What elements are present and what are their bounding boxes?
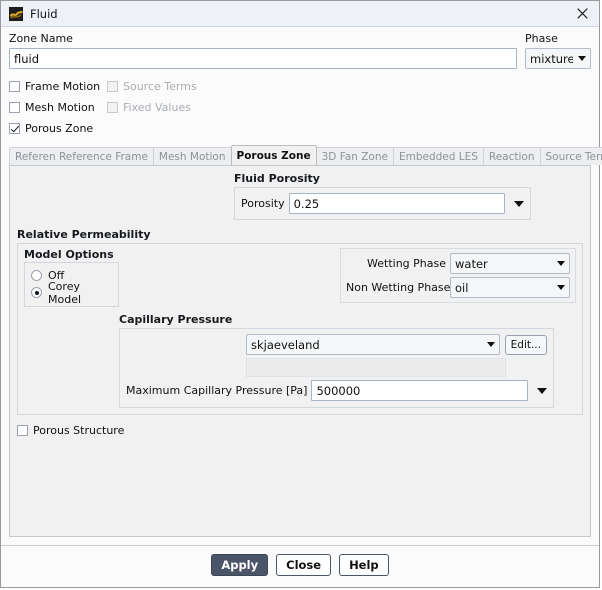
close-icon[interactable] <box>569 3 595 25</box>
option-row-2: Mesh Motion Fixed Values <box>9 97 591 118</box>
capillary-pressure-title: Capillary Pressure <box>119 313 233 326</box>
wetting-phase-label: Wetting Phase <box>367 257 446 270</box>
non-wetting-phase-label: Non Wetting Phase <box>346 281 451 294</box>
zone-name-label: Zone Name <box>9 32 73 45</box>
checkbox-porous-structure-box <box>17 425 28 436</box>
radio-corey-model-label: Corey Model <box>48 279 82 306</box>
tab-bar: Referen Reference Frame Mesh Motion Poro… <box>9 145 602 165</box>
max-capillary-pressure-row: Maximum Capillary Pressure [Pa] <box>126 380 547 401</box>
porosity-input[interactable] <box>288 193 505 214</box>
fluid-porosity-title: Fluid Porosity <box>234 172 320 185</box>
fluid-app-icon <box>9 6 23 21</box>
porous-structure-row: Porous Structure <box>17 424 583 437</box>
relative-permeability-top-row: Model Options Off Corey Model Wetting Ph… <box>24 248 576 307</box>
tab-mesh-motion[interactable]: Mesh Motion <box>152 147 232 165</box>
capillary-model-value: skjaeveland <box>251 337 320 352</box>
tab-reaction[interactable]: Reaction <box>482 147 541 165</box>
checkbox-source-terms: Source Terms <box>107 80 197 93</box>
checkbox-porous-zone-label: Porous Zone <box>25 122 94 135</box>
relative-permeability-group: Relative Permeability Model Options Off <box>17 229 583 415</box>
checkbox-frame-motion[interactable]: Frame Motion <box>9 80 101 93</box>
capillary-pressure-group: Capillary Pressure skjaeveland Edit... M… <box>119 314 554 408</box>
radio-off-indicator <box>31 270 42 281</box>
relative-permeability-body: Model Options Off Corey Model Wetting Ph… <box>17 243 583 415</box>
capillary-model-row: skjaeveland Edit... <box>126 334 547 355</box>
porosity-row: Porosity <box>241 193 524 214</box>
phase-selection-box: Wetting Phase water Non Wetting Phase oi… <box>340 248 576 303</box>
wetting-phase-dropdown[interactable]: water <box>450 253 570 274</box>
chevron-down-icon <box>557 261 565 266</box>
model-options-title: Model Options <box>24 248 114 261</box>
max-capillary-pressure-input[interactable] <box>311 380 528 401</box>
capillary-secondary-field <box>246 358 506 377</box>
apply-button[interactable]: Apply <box>211 554 269 576</box>
chevron-down-icon <box>486 342 495 347</box>
checkbox-mesh-motion-label: Mesh Motion <box>25 101 95 114</box>
checkbox-fixed-values: Fixed Values <box>107 101 191 114</box>
checkbox-frame-motion-label: Frame Motion <box>25 80 101 93</box>
non-wetting-phase-row: Non Wetting Phase oil <box>346 277 570 298</box>
porosity-dropdown-icon[interactable] <box>514 200 524 207</box>
zone-options-checkboxes: Frame Motion Source Terms Mesh Motion Fi… <box>1 69 599 139</box>
checkbox-fixed-values-label: Fixed Values <box>123 101 191 114</box>
chevron-down-icon <box>557 285 565 290</box>
radio-corey-model-indicator <box>31 287 42 298</box>
capillary-secondary-row <box>126 358 547 377</box>
edit-button[interactable]: Edit... <box>504 334 547 355</box>
checkbox-fixed-values-box <box>107 102 118 113</box>
checkbox-porous-zone[interactable]: Porous Zone <box>9 122 101 135</box>
tab-embedded-les[interactable]: Embedded LES <box>392 147 484 165</box>
wetting-phase-row: Wetting Phase water <box>346 253 570 274</box>
model-options-group: Model Options Off Corey Model <box>24 248 119 307</box>
window-title: Fluid <box>30 6 58 21</box>
checkbox-porous-structure-label: Porous Structure <box>33 424 125 437</box>
capillary-pressure-body: skjaeveland Edit... Maximum Capillary Pr… <box>119 328 554 408</box>
tab-3d-fan-zone[interactable]: 3D Fan Zone <box>315 147 394 165</box>
checkbox-mesh-motion[interactable]: Mesh Motion <box>9 101 101 114</box>
capillary-model-dropdown[interactable]: skjaeveland <box>246 334 500 355</box>
phase-value: mixture <box>530 51 573 66</box>
tab-source-terms[interactable]: Source Terms <box>539 147 602 165</box>
option-row-1: Frame Motion Source Terms <box>9 76 591 97</box>
porous-zone-panel: Fluid Porosity Porosity Relative Permeab… <box>9 165 591 537</box>
fluid-dialog-window: Fluid Zone Name Phase mixture Frame Moti… <box>0 0 602 588</box>
dialog-footer: Apply Close Help <box>1 545 599 587</box>
title-bar: Fluid <box>1 1 599 27</box>
zone-identity-form: Zone Name Phase mixture <box>1 27 599 69</box>
max-capillary-pressure-dropdown-icon[interactable] <box>537 387 547 394</box>
help-button[interactable]: Help <box>339 554 389 576</box>
checkbox-source-terms-label: Source Terms <box>123 80 197 93</box>
checkbox-porous-zone-box <box>9 123 20 134</box>
phase-group: Phase mixture <box>525 33 591 69</box>
tab-reference-frame[interactable]: Referen Reference Frame <box>9 147 154 165</box>
non-wetting-phase-dropdown[interactable]: oil <box>450 277 570 298</box>
phase-label: Phase <box>525 32 558 45</box>
non-wetting-phase-value: oil <box>455 280 469 295</box>
checkbox-porous-structure[interactable]: Porous Structure <box>17 424 577 437</box>
tab-porous-zone[interactable]: Porous Zone <box>230 145 317 165</box>
model-options-body: Off Corey Model <box>24 262 119 307</box>
phase-dropdown[interactable]: mixture <box>525 48 591 69</box>
wetting-phase-value: water <box>455 256 488 271</box>
checkbox-frame-motion-box <box>9 81 20 92</box>
porosity-label: Porosity <box>241 197 285 210</box>
zone-name-input[interactable] <box>9 48 517 69</box>
radio-corey-model[interactable]: Corey Model <box>31 280 108 306</box>
checkbox-source-terms-box <box>107 81 118 92</box>
option-row-3: Porous Zone <box>9 118 591 139</box>
zone-name-group: Zone Name <box>9 33 517 69</box>
fluid-porosity-body: Porosity <box>234 187 531 220</box>
max-capillary-pressure-label: Maximum Capillary Pressure [Pa] <box>126 384 308 397</box>
chevron-down-icon <box>578 56 586 61</box>
relative-permeability-title: Relative Permeability <box>17 228 151 241</box>
checkbox-mesh-motion-box <box>9 102 20 113</box>
fluid-porosity-group: Fluid Porosity Porosity <box>234 173 531 220</box>
close-button[interactable]: Close <box>276 554 332 576</box>
